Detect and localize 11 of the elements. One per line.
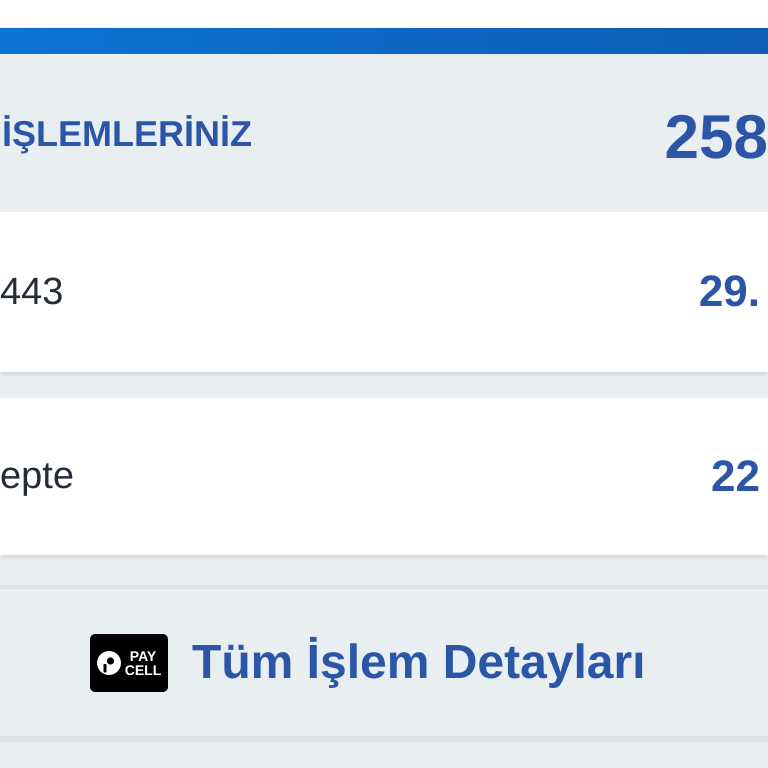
transaction-amount: 29.: [698, 267, 760, 317]
details-button[interactable]: PAY CELL Tüm İşlem Detayları: [0, 585, 768, 742]
transaction-card[interactable]: epte 22: [0, 398, 768, 555]
total-amount: 258: [664, 102, 768, 172]
logo-mark-icon: [96, 650, 121, 674]
transaction-label: epte: [0, 455, 74, 498]
transaction-card[interactable]: 443 29.: [0, 212, 768, 372]
transaction-label: 443: [0, 270, 64, 314]
section-title: İŞLEMLERİNİZ: [2, 113, 252, 155]
logo-text: PAY CELL: [124, 648, 162, 676]
transaction-amount: 22: [711, 452, 760, 502]
